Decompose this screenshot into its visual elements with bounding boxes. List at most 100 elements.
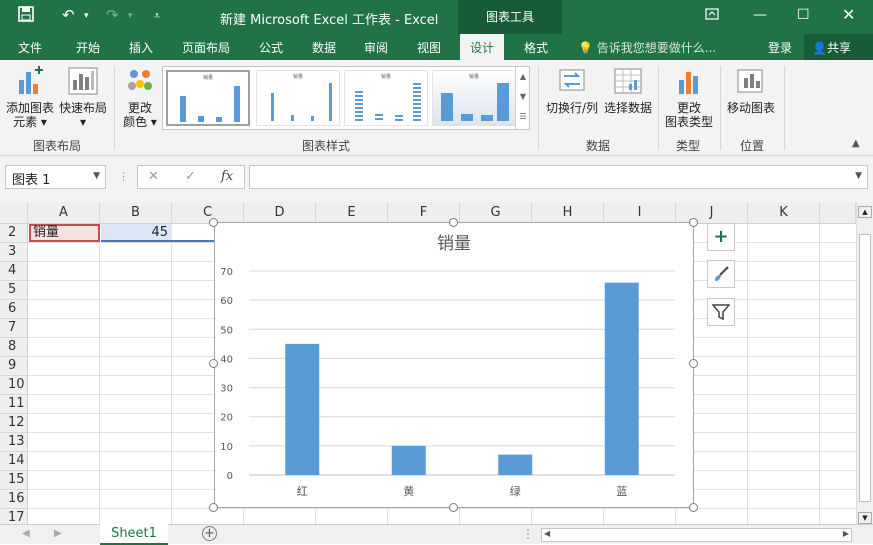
ribbon-display-icon[interactable] bbox=[705, 7, 719, 25]
resize-handle[interactable] bbox=[449, 218, 458, 227]
row-header-16[interactable]: 16 bbox=[0, 490, 28, 509]
new-sheet-icon[interactable]: + bbox=[202, 526, 217, 541]
row-header-9[interactable]: 9 bbox=[0, 357, 28, 376]
bar-绿[interactable] bbox=[498, 454, 533, 475]
column-header-g[interactable]: G bbox=[460, 202, 532, 224]
row-header-5[interactable]: 5 bbox=[0, 281, 28, 300]
bar-黄[interactable] bbox=[391, 445, 426, 475]
tab-review[interactable]: 审阅 bbox=[364, 39, 388, 56]
chart-elements-button[interactable]: + bbox=[707, 223, 735, 251]
column-header-e[interactable]: E bbox=[316, 202, 388, 224]
resize-handle[interactable] bbox=[689, 218, 698, 227]
close-icon[interactable]: ✕ bbox=[842, 5, 855, 24]
row-header-2[interactable]: 2 bbox=[0, 224, 28, 243]
name-box-dropdown-icon[interactable]: ▼ bbox=[93, 171, 100, 181]
row-header-11[interactable]: 11 bbox=[0, 395, 28, 414]
row-header-8[interactable]: 8 bbox=[0, 338, 28, 357]
resize-handle[interactable] bbox=[209, 503, 218, 512]
row-header-13[interactable]: 13 bbox=[0, 433, 28, 452]
undo-dropdown-icon[interactable]: ▾ bbox=[84, 11, 89, 21]
chart-style-2[interactable]: 销量 bbox=[256, 70, 340, 126]
undo-icon[interactable]: ↶ bbox=[62, 6, 75, 24]
share-button[interactable]: 👤共享 bbox=[804, 34, 873, 60]
expand-formula-icon[interactable]: ▼ bbox=[855, 171, 862, 181]
column-header-d[interactable]: D bbox=[244, 202, 316, 224]
formula-input[interactable]: ▼ bbox=[249, 165, 868, 189]
quick-layout-button[interactable]: 快速布局 ▾ bbox=[58, 66, 108, 129]
customize-icon[interactable]: ⩡ bbox=[154, 9, 160, 23]
tab-format[interactable]: 格式 bbox=[524, 39, 548, 56]
insert-function-icon[interactable]: fx bbox=[221, 169, 233, 184]
prev-sheet-icon[interactable]: ◀ bbox=[22, 528, 30, 539]
resize-handle[interactable] bbox=[449, 503, 458, 512]
resize-handle[interactable] bbox=[689, 359, 698, 368]
collapse-ribbon-icon[interactable]: ▲ bbox=[852, 138, 860, 149]
scroll-right-icon[interactable]: ▶ bbox=[843, 529, 849, 538]
bar-蓝[interactable] bbox=[604, 282, 639, 475]
gallery-up-icon[interactable]: ▲ bbox=[516, 67, 530, 87]
gallery-scroll[interactable]: ▲ ▼ ☰ bbox=[515, 67, 530, 129]
minimize-icon[interactable]: — bbox=[753, 7, 767, 23]
chart-object[interactable]: 销量 0 10 20 30 40 50 60 70 红 黄 绿 蓝 bbox=[214, 222, 694, 508]
scroll-left-icon[interactable]: ◀ bbox=[544, 529, 550, 538]
column-header-b[interactable]: B bbox=[100, 202, 172, 224]
column-header-i[interactable]: I bbox=[604, 202, 676, 224]
chart-style-3[interactable]: 销量 bbox=[344, 70, 428, 126]
redo-icon[interactable]: ↷ bbox=[106, 6, 119, 24]
bar-红[interactable] bbox=[285, 343, 320, 475]
column-header-j[interactable]: J bbox=[676, 202, 748, 224]
select-data-button[interactable]: 选择数据 bbox=[602, 66, 654, 115]
vertical-scrollbar[interactable]: ▲ ▼ bbox=[856, 202, 873, 524]
gallery-down-icon[interactable]: ▼ bbox=[516, 87, 530, 107]
cancel-icon[interactable]: ✕ bbox=[148, 169, 159, 184]
tab-formulas[interactable]: 公式 bbox=[259, 39, 283, 56]
save-icon[interactable] bbox=[18, 6, 34, 26]
maximize-icon[interactable]: ☐ bbox=[797, 7, 810, 23]
move-chart-button[interactable]: 移动图表 bbox=[724, 66, 778, 115]
cell-b2[interactable]: 45 bbox=[101, 224, 172, 242]
tab-insert[interactable]: 插入 bbox=[129, 39, 153, 56]
sign-in-link[interactable]: 登录 bbox=[768, 39, 792, 56]
row-header-10[interactable]: 10 bbox=[0, 376, 28, 395]
scroll-up-icon[interactable]: ▲ bbox=[858, 206, 872, 218]
row-header-6[interactable]: 6 bbox=[0, 300, 28, 319]
change-chart-type-button[interactable]: 更改 图表类型 bbox=[662, 66, 716, 129]
add-chart-element-button[interactable]: 添加图表 元素 ▾ bbox=[5, 66, 55, 129]
resize-handle[interactable] bbox=[209, 359, 218, 368]
row-header-14[interactable]: 14 bbox=[0, 452, 28, 471]
row-header-15[interactable]: 15 bbox=[0, 471, 28, 490]
tab-home[interactable]: 开始 bbox=[76, 39, 100, 56]
name-box[interactable]: 图表 1 ▼ bbox=[5, 165, 106, 189]
row-header-7[interactable]: 7 bbox=[0, 319, 28, 338]
tab-page-layout[interactable]: 页面布局 bbox=[182, 39, 230, 56]
column-header-l[interactable] bbox=[820, 202, 856, 224]
row-header-12[interactable]: 12 bbox=[0, 414, 28, 433]
scroll-down-icon[interactable]: ▼ bbox=[858, 512, 872, 524]
cell-a2[interactable]: 销量 bbox=[29, 224, 100, 242]
enter-icon[interactable]: ✓ bbox=[185, 169, 196, 184]
row-header-4[interactable]: 4 bbox=[0, 262, 28, 281]
chart-title[interactable]: 销量 bbox=[437, 234, 471, 254]
horizontal-scrollbar[interactable]: ◀ ▶ bbox=[541, 528, 852, 542]
column-header-h[interactable]: H bbox=[532, 202, 604, 224]
change-colors-button[interactable]: 更改 颜色 ▾ bbox=[118, 66, 162, 129]
column-header-k[interactable]: K bbox=[748, 202, 820, 224]
column-header-a[interactable]: A bbox=[28, 202, 100, 224]
column-header-c[interactable]: C bbox=[172, 202, 244, 224]
scroll-thumb[interactable] bbox=[859, 234, 871, 502]
row-header-3[interactable]: 3 bbox=[0, 243, 28, 262]
tab-file[interactable]: 文件 bbox=[18, 39, 42, 56]
gallery-more-icon[interactable]: ☰ bbox=[516, 107, 530, 127]
resize-handle[interactable] bbox=[689, 503, 698, 512]
chart-filters-button[interactable] bbox=[707, 298, 735, 326]
redo-dropdown-icon[interactable]: ▾ bbox=[128, 11, 133, 21]
next-sheet-icon[interactable]: ▶ bbox=[54, 528, 62, 539]
tell-me-input[interactable]: 💡 告诉我您想要做什么... bbox=[578, 39, 716, 56]
tab-view[interactable]: 视图 bbox=[417, 39, 441, 56]
chart-style-1[interactable]: 销量 bbox=[166, 70, 250, 126]
sheet-tab-sheet1[interactable]: Sheet1 bbox=[100, 524, 168, 545]
resize-handle[interactable] bbox=[209, 218, 218, 227]
tab-data[interactable]: 数据 bbox=[312, 39, 336, 56]
tab-splitter-icon[interactable]: ⋮ bbox=[522, 527, 534, 541]
tab-design[interactable]: 设计 bbox=[460, 34, 505, 60]
